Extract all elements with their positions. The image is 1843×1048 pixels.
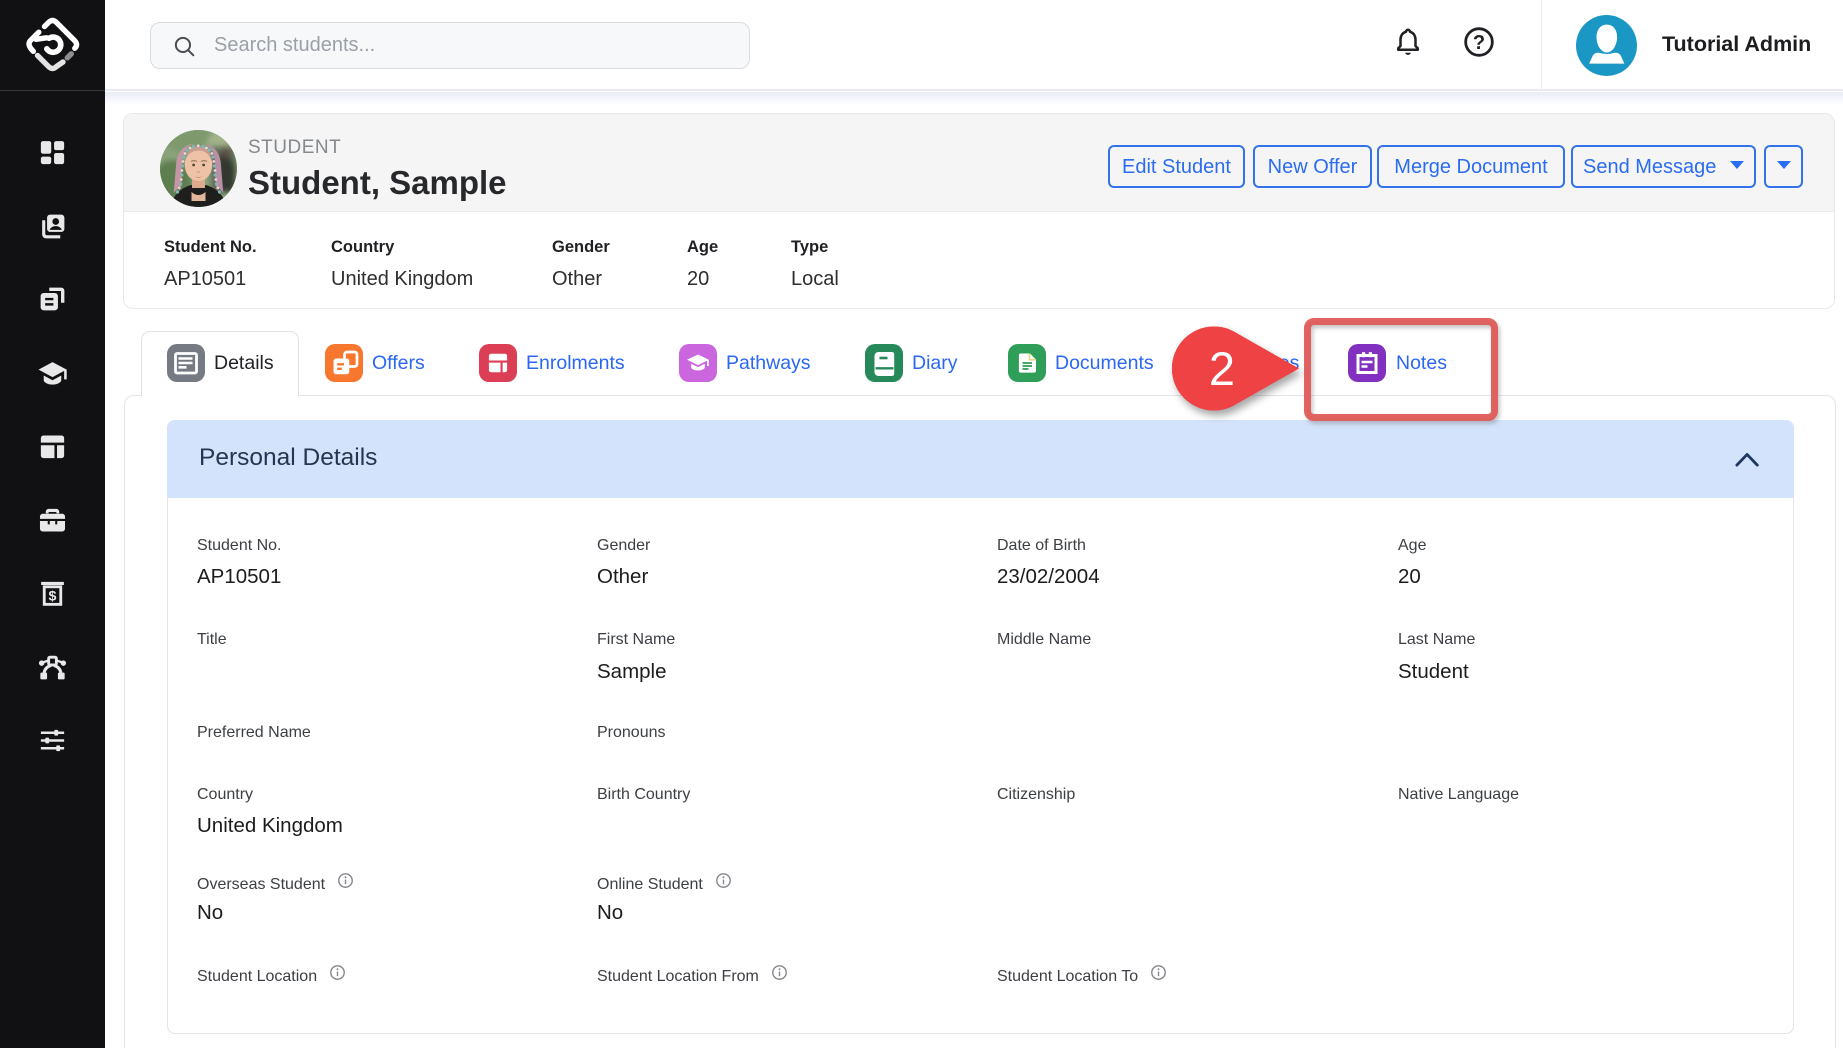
svg-text:2: 2 [1209, 342, 1235, 395]
svg-text:$: $ [49, 589, 57, 605]
svg-text:?: ? [1473, 32, 1485, 54]
